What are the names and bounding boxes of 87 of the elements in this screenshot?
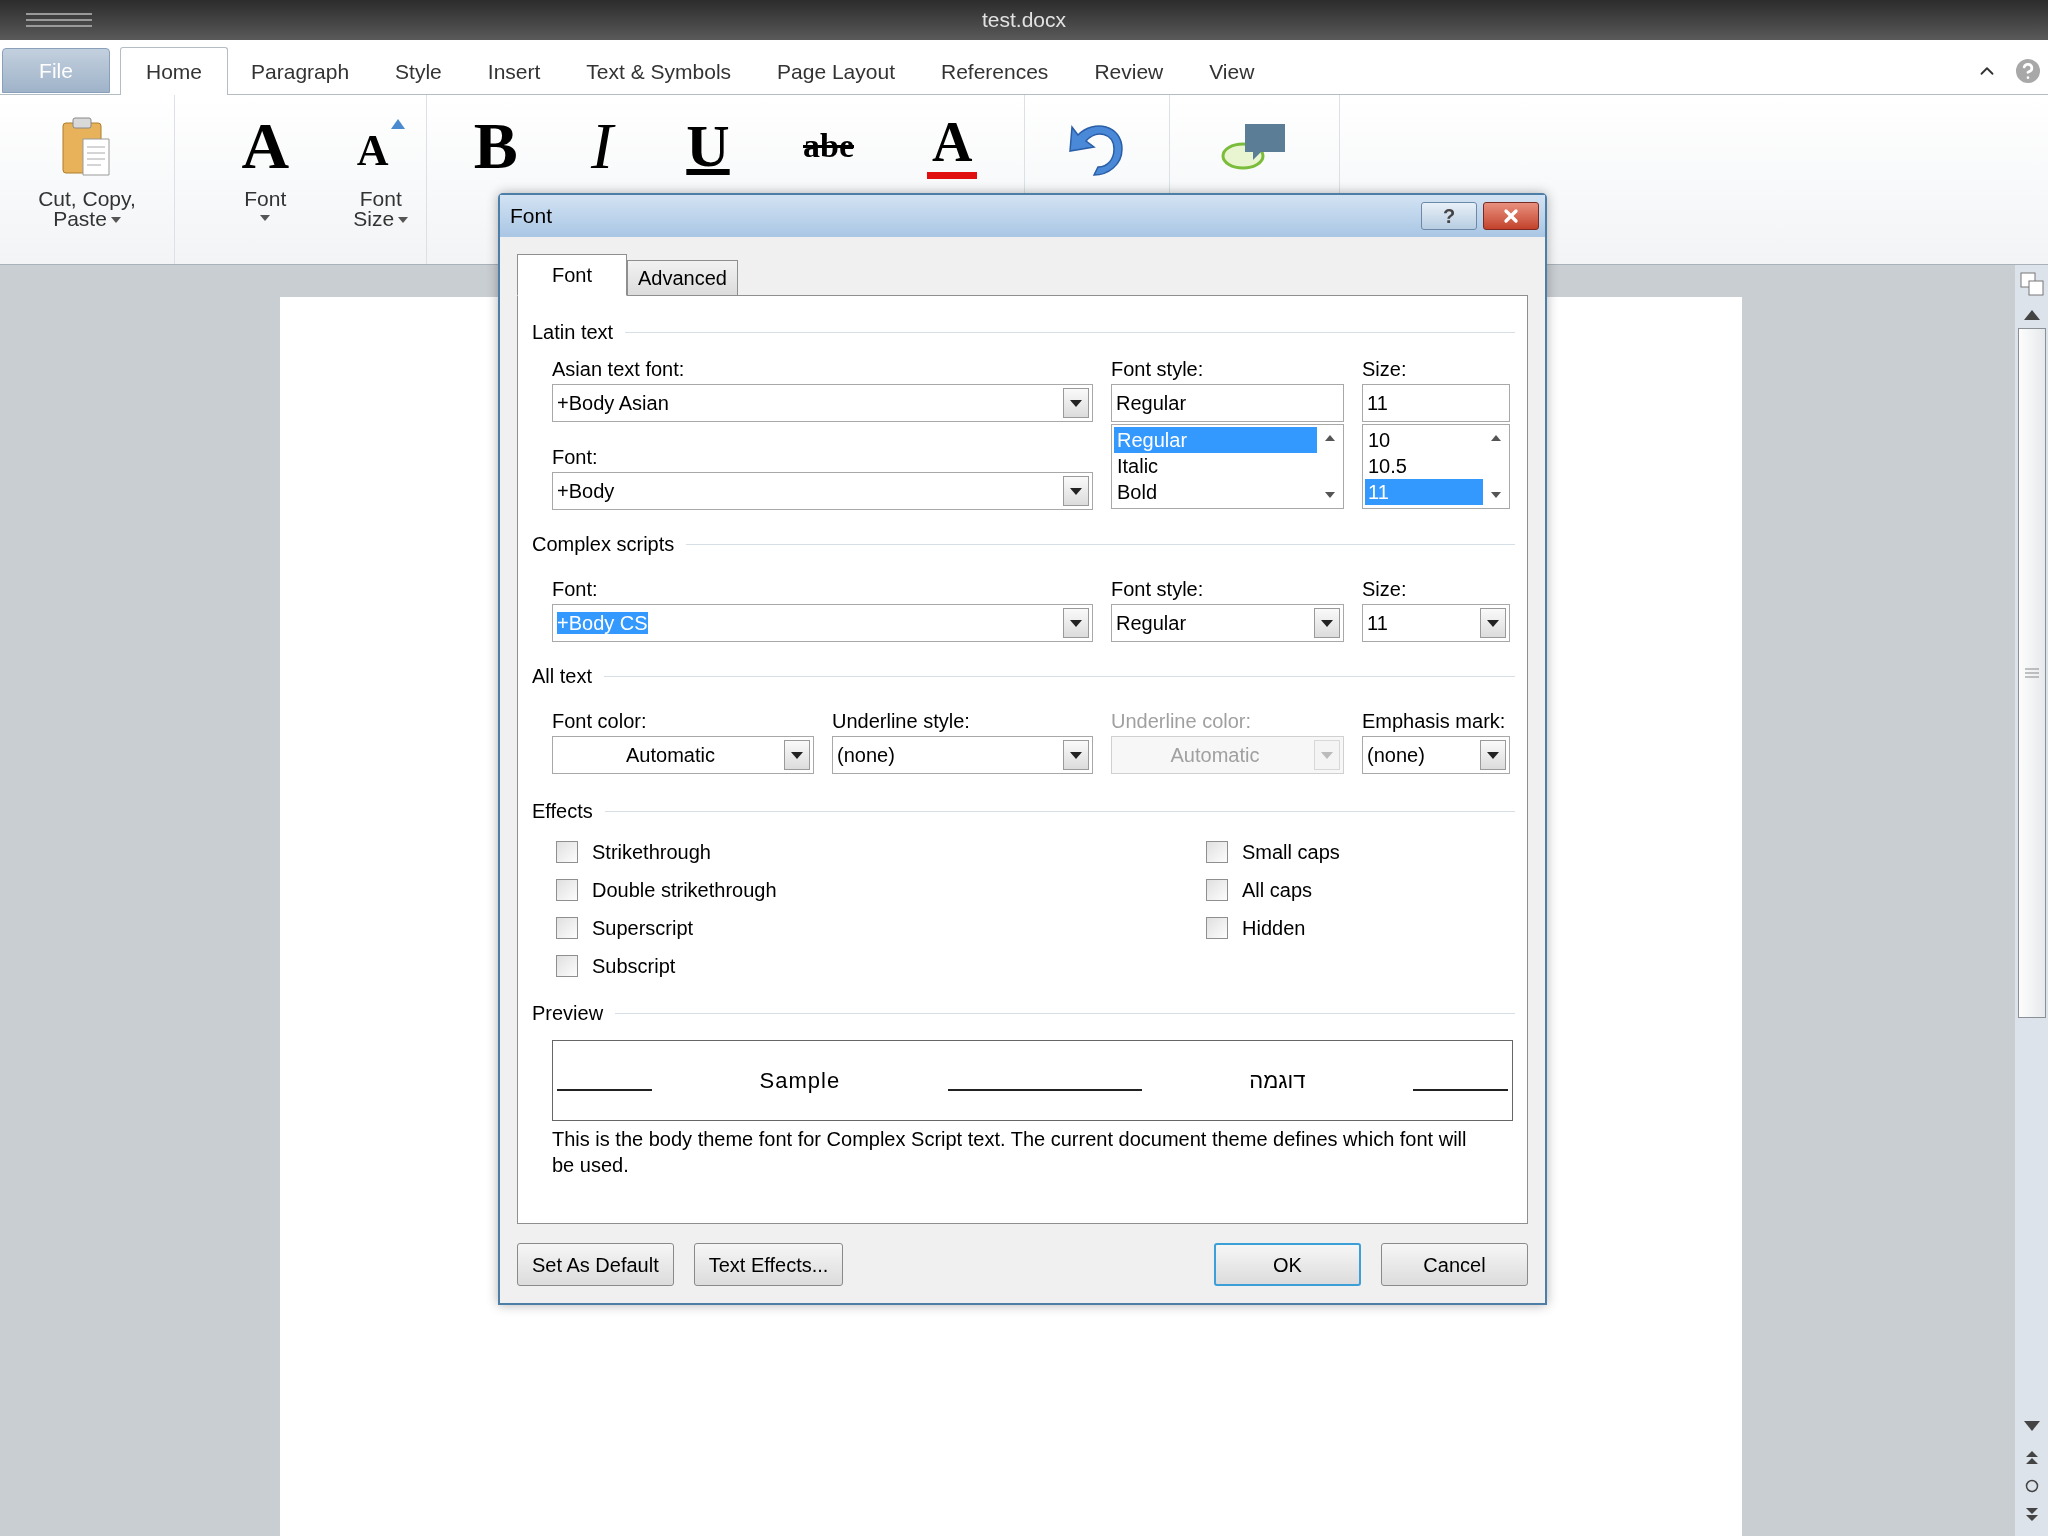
ribbon-tab[interactable]: Review <box>1072 50 1186 94</box>
ribbon-tab[interactable]: References <box>919 50 1071 94</box>
text-field[interactable]: 11 <box>1362 384 1510 422</box>
field-label: Asian text font: <box>552 357 685 382</box>
field-label: Font: <box>552 577 598 602</box>
section-heading: Preview <box>532 1001 604 1026</box>
scroll-down-icon[interactable] <box>1491 492 1501 498</box>
ribbon-button-label[interactable]: Font <box>190 189 341 209</box>
ribbon-tab[interactable]: Home <box>120 47 229 95</box>
preview-sample: דוגמה <box>1249 1067 1306 1095</box>
field-label: Font color: <box>552 709 647 734</box>
checkbox[interactable] <box>556 841 578 863</box>
dropdown-field[interactable]: Automatic <box>552 736 814 774</box>
field-label: Font style: <box>1111 577 1204 602</box>
ribbon-button-label[interactable]: Font Size <box>350 189 411 229</box>
checkbox[interactable] <box>556 955 578 977</box>
field-label: Font: <box>552 445 598 470</box>
browse-object-icon[interactable] <box>2024 1479 2039 1493</box>
field-label: Emphasis mark: <box>1362 709 1506 734</box>
letter-icon: B <box>473 113 518 179</box>
dropdown-field[interactable]: (none) <box>1362 736 1510 774</box>
next-page-icon[interactable] <box>2025 1507 2038 1521</box>
scroll-up-icon[interactable] <box>1325 435 1335 441</box>
preview-description: This is the body theme font for Complex Script text. The current document theme defines which font will be used. <box>552 1127 1468 1178</box>
menu-icon[interactable] <box>26 12 92 28</box>
ribbon-button-label[interactable]: Cut, Copy, Paste <box>12 189 162 229</box>
list-box[interactable]: 10 10.5 11 <box>1362 424 1510 509</box>
scroll-down-icon[interactable] <box>1325 492 1335 498</box>
dialog-tab[interactable]: Advanced <box>627 260 738 295</box>
dialog-button[interactable]: Text Effects... <box>693 1243 844 1286</box>
dialog-button[interactable]: Cancel <box>1381 1243 1528 1286</box>
dialog-button[interactable]: Set As Default <box>517 1243 674 1286</box>
window-title: test.docx <box>981 7 1066 34</box>
dropdown-field[interactable]: +Body <box>552 472 1093 510</box>
section-heading: Latin text <box>532 320 614 345</box>
help-button[interactable]: ? <box>1421 202 1477 230</box>
section-heading: All text <box>532 664 593 689</box>
checkbox-label: All caps <box>1242 878 1313 903</box>
field-label: Underline style: <box>832 709 970 734</box>
checkbox-label: Superscript <box>592 916 694 941</box>
checkbox-label: Hidden <box>1242 916 1306 941</box>
checkbox[interactable] <box>1206 841 1228 863</box>
letter-icon: A <box>241 113 290 179</box>
checkbox[interactable] <box>1206 917 1228 939</box>
ribbon-tab[interactable]: Text & Symbols <box>564 50 754 94</box>
text-field[interactable]: Regular <box>1111 384 1344 422</box>
checkbox-label: Subscript <box>592 954 676 979</box>
strikethrough-icon: abe <box>803 129 854 163</box>
checkbox-label: Strikethrough <box>592 840 711 865</box>
close-button[interactable] <box>1483 202 1539 230</box>
scroll-up-icon[interactable] <box>2023 310 2040 320</box>
checkbox-label: Small caps <box>1242 840 1340 865</box>
list-option[interactable]: 10.5 <box>1365 453 1483 479</box>
field-label: Size: <box>1362 577 1407 602</box>
dropdown-field[interactable]: Regular <box>1111 604 1344 642</box>
ribbon-tab[interactable]: Page Layout <box>755 50 917 94</box>
checkbox[interactable] <box>556 917 578 939</box>
ribbon-tab[interactable]: Insert <box>465 50 563 94</box>
previous-page-icon[interactable] <box>2025 1451 2038 1465</box>
underline-icon: U <box>686 116 730 176</box>
list-box[interactable]: Regular Italic Bold <box>1111 424 1344 509</box>
ribbon-tab[interactable]: Paragraph <box>229 50 372 94</box>
dialog-title: Font <box>510 203 553 230</box>
section-heading: Complex scripts <box>532 532 675 557</box>
dialog-tab[interactable]: Font <box>517 254 627 296</box>
field-label: Size: <box>1362 357 1407 382</box>
list-option[interactable]: Italic <box>1114 453 1317 479</box>
field-label: Font style: <box>1111 357 1204 382</box>
dropdown-field[interactable]: (none) <box>832 736 1093 774</box>
close-icon <box>1501 206 1521 226</box>
field-label: Underline color: <box>1111 709 1252 734</box>
section-heading: Effects <box>532 799 593 824</box>
checkbox[interactable] <box>1206 879 1228 901</box>
clipboard-icon <box>61 115 113 177</box>
list-option[interactable]: Bold <box>1114 479 1317 505</box>
ribbon-tab[interactable]: Style <box>373 50 464 94</box>
scrollbar-thumb[interactable] <box>2017 328 2046 1018</box>
checkbox[interactable] <box>556 879 578 901</box>
dropdown-field[interactable]: +Body Asian <box>552 384 1093 422</box>
list-option[interactable]: 10 <box>1365 427 1483 453</box>
ribbon-tab[interactable]: View <box>1187 50 1277 94</box>
scroll-up-icon[interactable] <box>1491 435 1501 441</box>
preview-sample: Sample <box>759 1067 841 1095</box>
scroll-down-icon[interactable] <box>2023 1421 2040 1431</box>
dialog-button[interactable]: OK <box>1214 1243 1361 1286</box>
dropdown-field[interactable]: 11 <box>1362 604 1510 642</box>
checkbox-label: Double strikethrough <box>592 878 777 903</box>
